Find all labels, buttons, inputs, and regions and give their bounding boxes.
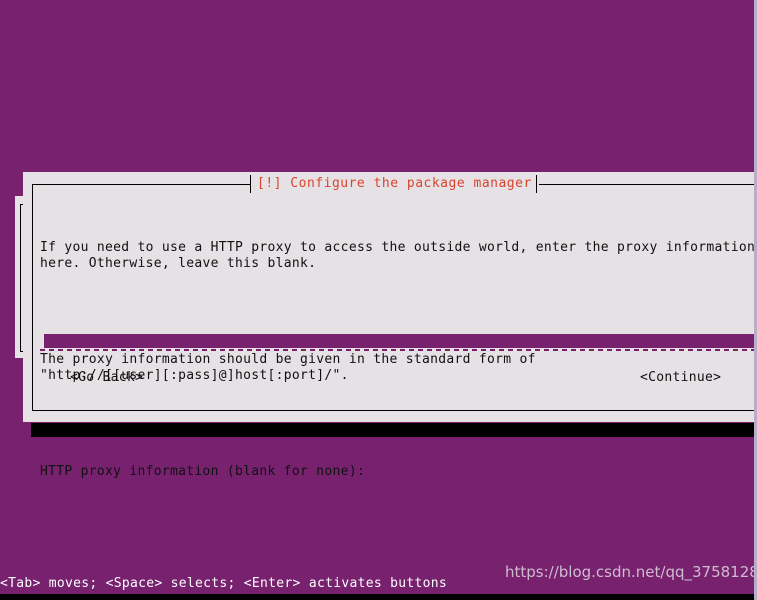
dialog-paragraph-1: If you need to use a HTTP proxy to acces… [40,240,756,271]
continue-button[interactable]: <Continue> [640,370,721,386]
title-separator-left [250,175,251,193]
proxy-input-underline [40,349,755,351]
bottom-black-bar [0,594,757,600]
go-back-button[interactable]: <Go Back> [70,370,143,386]
dialog-body: If you need to use a HTTP proxy to acces… [40,208,756,512]
csdn-watermark: https://blog.csdn.net/qq_37581282 [505,563,757,581]
proxy-input-label: HTTP proxy information (blank for none): [40,464,366,479]
proxy-input-row [40,334,755,352]
dialog-title-text: [!] Configure the package manager [257,176,532,191]
paragraph-spacer-1 [40,304,752,320]
dialog-title: [!] Configure the package manager [250,175,539,193]
http-proxy-input[interactable] [44,334,755,348]
keyboard-hint-text: <Tab> moves; <Space> selects; <Enter> ac… [0,576,447,591]
installer-screen: [!] Configure the package manager If you… [0,0,757,600]
paragraph-spacer-2 [40,416,752,432]
title-separator-right [536,175,537,193]
